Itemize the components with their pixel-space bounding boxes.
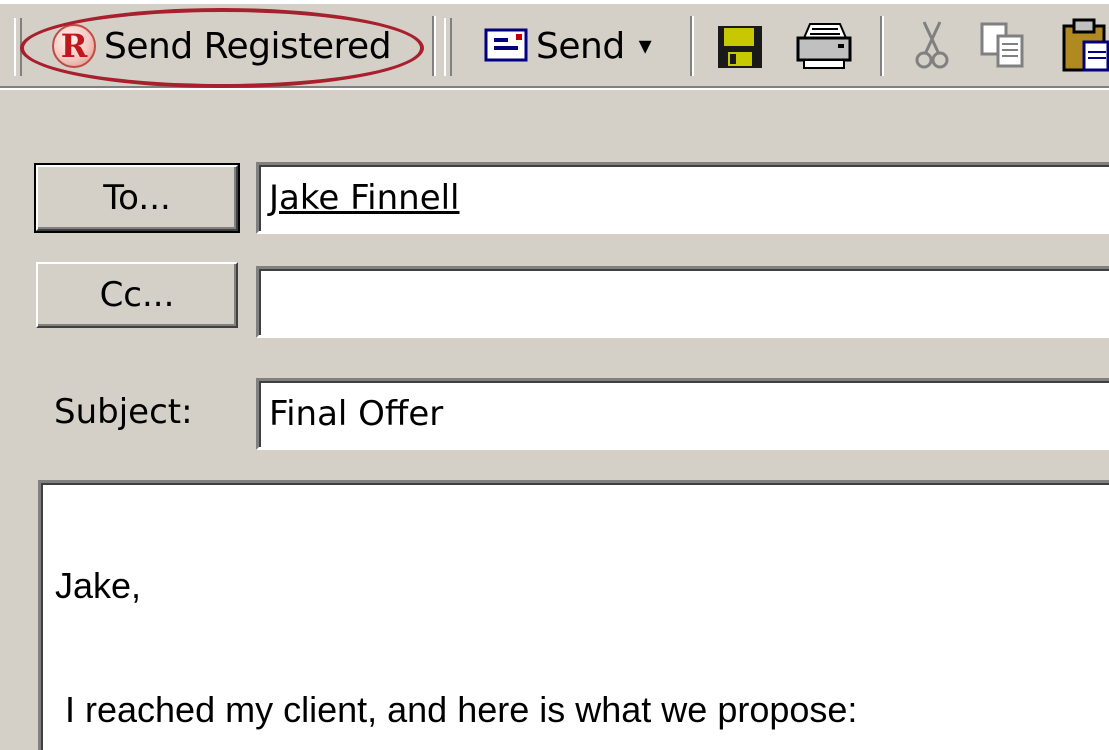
cut-icon[interactable] <box>914 20 950 72</box>
toolbar-separator-3 <box>880 16 884 76</box>
to-recipient[interactable]: Jake Finnell <box>269 178 460 218</box>
paste-icon[interactable] <box>1062 18 1109 74</box>
body-line-greeting: Jake, <box>55 565 142 606</box>
send-label: Send <box>536 25 625 67</box>
cc-button[interactable]: Cc... <box>36 262 238 328</box>
toolbar-separator-2 <box>690 16 694 76</box>
send-registered-label: Send Registered <box>104 25 392 67</box>
dropdown-arrow-icon[interactable]: ▾ <box>639 31 652 61</box>
print-icon[interactable] <box>794 22 854 70</box>
send-button[interactable]: Send ▾ <box>484 14 652 78</box>
body-line-text: I reached my client, and here is what we… <box>55 689 858 730</box>
save-icon[interactable] <box>716 24 764 70</box>
registered-icon: R <box>52 24 96 68</box>
subject-label: Subject: <box>54 392 193 432</box>
to-button[interactable]: To... <box>34 163 240 233</box>
to-button-label: To... <box>103 178 171 218</box>
send-envelope-icon <box>484 28 528 62</box>
toolbar: R Send Registered Send ▾ <box>0 0 1109 90</box>
toolbar-divider-highlight <box>0 88 1109 90</box>
copy-icon[interactable] <box>980 22 1028 70</box>
to-field[interactable]: Jake Finnell <box>256 162 1109 234</box>
subject-field[interactable]: Final Offer <box>256 378 1109 450</box>
subject-value: Final Offer <box>269 394 444 434</box>
toolbar-grip-2[interactable] <box>444 18 452 76</box>
cc-field[interactable] <box>256 266 1109 338</box>
toolbar-separator <box>432 16 436 76</box>
send-registered-button[interactable]: R Send Registered <box>52 14 392 78</box>
message-body[interactable]: Jake, I reached my client, and here is w… <box>38 480 1109 750</box>
toolbar-grip[interactable] <box>14 18 22 76</box>
cc-button-label: Cc... <box>99 275 175 315</box>
